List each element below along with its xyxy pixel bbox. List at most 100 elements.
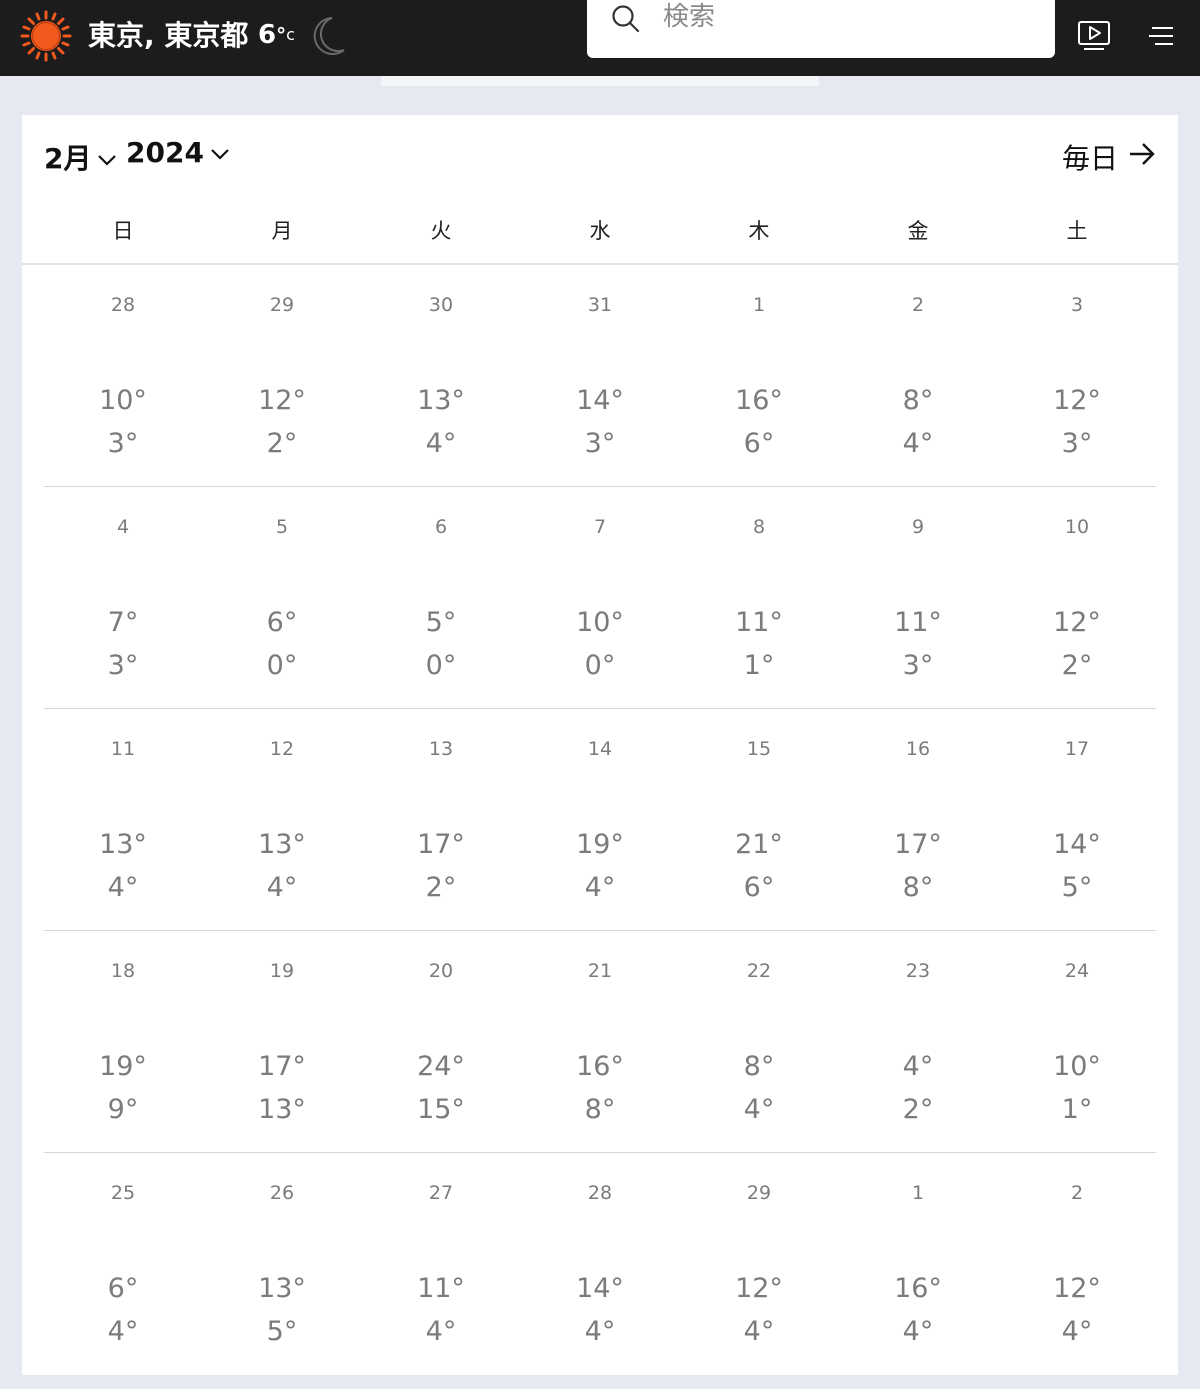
calendar-day-cell[interactable]: 29 12° 2°: [207, 265, 357, 485]
high-temperature: 16°: [576, 1051, 624, 1082]
weekday-label: 日: [112, 219, 134, 243]
high-temperature: 21°: [735, 829, 783, 860]
calendar-day-cell[interactable]: 26 13° 5°: [207, 1153, 357, 1373]
calendar-day-cell[interactable]: 8 11° 1°: [684, 487, 834, 707]
low-temperature: 4°: [902, 428, 934, 459]
hamburger-menu-icon[interactable]: [1148, 24, 1174, 48]
calendar-day-cell[interactable]: 11 13° 4°: [48, 709, 198, 929]
low-temperature: 6°: [743, 428, 775, 459]
calendar-day-cell[interactable]: 27 11° 4°: [366, 1153, 516, 1373]
calendar-day-cell[interactable]: 1 16° 4°: [843, 1153, 993, 1373]
top-bar: 東京, 東京都 6°c: [0, 0, 1200, 76]
day-number: 2: [911, 294, 925, 316]
high-temperature: 10°: [99, 385, 147, 416]
calendar-day-cell[interactable]: 28 14° 4°: [525, 1153, 675, 1373]
low-temperature: 4°: [743, 1316, 775, 1347]
location-name[interactable]: 東京, 東京都: [88, 16, 248, 56]
calendar-day-cell[interactable]: 4 7° 3°: [48, 487, 198, 707]
weekday-header-row: 日月火水木金土: [22, 213, 1178, 249]
low-temperature: 4°: [107, 872, 139, 903]
calendar-day-cell[interactable]: 20 24° 15°: [366, 931, 516, 1151]
calendar-day-cell[interactable]: 13 17° 2°: [366, 709, 516, 929]
calendar-day-cell[interactable]: 6 5° 0°: [366, 487, 516, 707]
day-number: 18: [110, 960, 136, 982]
low-temperature: 4°: [743, 1094, 775, 1125]
sun-icon: [20, 10, 72, 62]
calendar-day-cell[interactable]: 10 12° 2°: [1002, 487, 1152, 707]
day-number: 6: [434, 516, 448, 538]
high-temperature: 13°: [417, 385, 465, 416]
calendar-day-cell[interactable]: 2 12° 4°: [1002, 1153, 1152, 1373]
high-temperature: 19°: [576, 829, 624, 860]
low-temperature: 4°: [902, 1316, 934, 1347]
calendar-day-cell[interactable]: 18 19° 9°: [48, 931, 198, 1151]
low-temperature: 5°: [266, 1316, 298, 1347]
day-number: 27: [428, 1182, 454, 1204]
calendar-day-cell[interactable]: 31 14° 3°: [525, 265, 675, 485]
low-temperature: 4°: [425, 1316, 457, 1347]
low-temperature: 9°: [107, 1094, 139, 1125]
calendar-week-row: 4 7° 3° 5 6° 0° 6 5° 0° 7 10° 0° 8 11° 1° 9 11° 3° 10 12° 2°: [44, 487, 1156, 709]
day-number: 9: [911, 516, 925, 538]
weekday-label: 金: [907, 219, 929, 243]
calendar-day-cell[interactable]: 22 8° 4°: [684, 931, 834, 1151]
low-temperature: 3°: [1061, 428, 1093, 459]
video-play-icon[interactable]: [1077, 20, 1111, 52]
calendar-day-cell[interactable]: 5 6° 0°: [207, 487, 357, 707]
calendar-week-row: 11 13° 4° 12 13° 4° 13 17° 2° 14 19° 4° 15 21° 6° 16 17°…: [44, 709, 1156, 931]
calendar-day-cell[interactable]: 29 12° 4°: [684, 1153, 834, 1373]
day-number: 16: [905, 738, 931, 760]
calendar-day-cell[interactable]: 7 10° 0°: [525, 487, 675, 707]
high-temperature: 10°: [576, 607, 624, 638]
calendar-day-cell[interactable]: 3 12° 3°: [1002, 265, 1152, 485]
chevron-down-icon: [211, 149, 229, 160]
search-icon[interactable]: [611, 4, 641, 34]
calendar-day-cell[interactable]: 21 16° 8°: [525, 931, 675, 1151]
calendar-day-cell[interactable]: 28 10° 3°: [48, 265, 198, 485]
calendar-week-row: 18 19° 9° 19 17° 13° 20 24° 15° 21 16° 8° 22 8° 4° 23 4°…: [44, 931, 1156, 1153]
day-number: 4: [116, 516, 130, 538]
calendar-day-cell[interactable]: 12 13° 4°: [207, 709, 357, 929]
weekday-label: 木: [748, 219, 770, 243]
monthly-calendar-panel: 2月 2024 毎日 日月火水木金土 28 10° 3° 29 12° 2° 30 13° 4°…: [22, 115, 1178, 1375]
calendar-day-cell[interactable]: 23 4° 2°: [843, 931, 993, 1151]
calendar-day-cell[interactable]: 30 13° 4°: [366, 265, 516, 485]
calendar-day-cell[interactable]: 25 6° 4°: [48, 1153, 198, 1373]
low-temperature: 3°: [902, 650, 934, 681]
daily-forecast-link[interactable]: 毎日: [1062, 139, 1156, 179]
high-temperature: 12°: [1053, 1273, 1101, 1304]
search-box[interactable]: [587, 0, 1055, 58]
low-temperature: 4°: [107, 1316, 139, 1347]
high-temperature: 12°: [1053, 385, 1101, 416]
search-input[interactable]: [663, 0, 1033, 34]
low-temperature: 4°: [266, 872, 298, 903]
day-number: 14: [587, 738, 613, 760]
day-number: 19: [269, 960, 295, 982]
high-temperature: 7°: [107, 607, 139, 638]
calendar-day-cell[interactable]: 9 11° 3°: [843, 487, 993, 707]
low-temperature: 6°: [743, 872, 775, 903]
low-temperature: 13°: [258, 1094, 306, 1125]
chevron-down-icon: [98, 155, 117, 166]
calendar-day-cell[interactable]: 15 21° 6°: [684, 709, 834, 929]
calendar-day-cell[interactable]: 24 10° 1°: [1002, 931, 1152, 1151]
day-number: 11: [110, 738, 136, 760]
temperature-value: 6: [258, 20, 277, 50]
high-temperature: 8°: [743, 1051, 775, 1082]
calendar-day-cell[interactable]: 19 17° 13°: [207, 931, 357, 1151]
low-temperature: 8°: [584, 1094, 616, 1125]
calendar-day-cell[interactable]: 17 14° 5°: [1002, 709, 1152, 929]
month-dropdown[interactable]: 2月: [44, 139, 117, 179]
year-dropdown[interactable]: 2024: [126, 133, 230, 173]
calendar-day-cell[interactable]: 1 16° 6°: [684, 265, 834, 485]
day-number: 5: [275, 516, 289, 538]
high-temperature: 17°: [417, 829, 465, 860]
calendar-day-cell[interactable]: 14 19° 4°: [525, 709, 675, 929]
day-number: 28: [110, 294, 136, 316]
day-number: 31: [587, 294, 613, 316]
day-number: 25: [110, 1182, 136, 1204]
calendar-day-cell[interactable]: 2 8° 4°: [843, 265, 993, 485]
month-label: 2月: [44, 142, 92, 175]
calendar-day-cell[interactable]: 16 17° 8°: [843, 709, 993, 929]
temperature-unit: c: [286, 25, 295, 44]
